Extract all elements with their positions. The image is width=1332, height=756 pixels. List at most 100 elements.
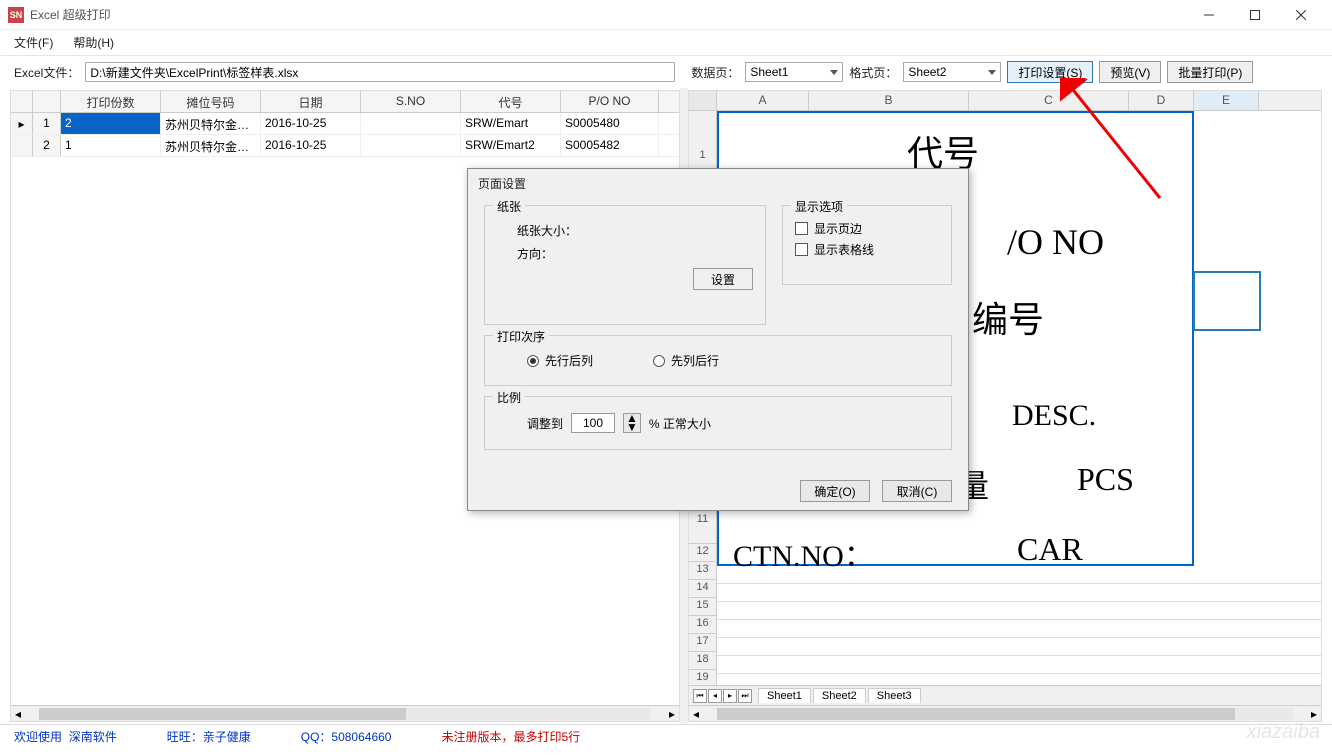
ok-button[interactable]: 确定(O) bbox=[800, 480, 870, 502]
window-controls bbox=[1186, 0, 1324, 30]
adjust-to-label: 调整到 bbox=[527, 415, 563, 432]
status-qq-label: QQ： bbox=[301, 730, 332, 744]
status-wangwang-label: 旺旺： bbox=[167, 730, 203, 744]
checkbox-icon bbox=[795, 222, 808, 235]
cell-code[interactable]: SRW/Emart bbox=[461, 113, 561, 134]
cell-code[interactable]: SRW/Emart2 bbox=[461, 135, 561, 156]
table-row[interactable]: ▸ 1 2 苏州贝特尔金… 2016-10-25 SRW/Emart S0005… bbox=[11, 113, 679, 135]
col-header-code[interactable]: 代号 bbox=[461, 91, 561, 112]
row-first-radio[interactable]: 先行后列 bbox=[527, 352, 593, 369]
orientation-label: 方向： bbox=[517, 245, 553, 262]
grid-hscroll[interactable]: ◂▸ bbox=[11, 705, 679, 721]
menu-help[interactable]: 帮助(H) bbox=[73, 34, 114, 51]
menu-file[interactable]: 文件(F) bbox=[14, 34, 53, 51]
tab-nav-prev-icon[interactable]: ◂ bbox=[708, 689, 722, 703]
preview-button[interactable]: 预览(V) bbox=[1099, 61, 1161, 83]
col-header-e[interactable]: E bbox=[1194, 91, 1259, 110]
tab-nav-first-icon[interactable]: ⏮ bbox=[693, 689, 707, 703]
sheet-corner[interactable] bbox=[689, 91, 717, 110]
sheet-gridlines bbox=[717, 566, 1321, 685]
row-header[interactable]: 16 bbox=[689, 616, 716, 634]
sheet-tabs: ⏮ ◂ ▸ ⏭ Sheet1 Sheet2 Sheet3 bbox=[689, 685, 1321, 705]
tab-nav-last-icon[interactable]: ⏭ bbox=[738, 689, 752, 703]
col-first-label: 先列后行 bbox=[671, 352, 719, 369]
scale-group-label: 比例 bbox=[493, 389, 525, 406]
show-gridlines-checkbox[interactable]: 显示表格线 bbox=[795, 241, 939, 258]
maximize-button[interactable] bbox=[1232, 0, 1278, 30]
file-label: Excel文件： bbox=[14, 64, 79, 81]
normal-size-label: % 正常大小 bbox=[649, 415, 711, 432]
print-settings-button[interactable]: 打印设置(S) bbox=[1007, 61, 1093, 83]
col-header-a[interactable]: A bbox=[717, 91, 809, 110]
tab-nav-next-icon[interactable]: ▸ bbox=[723, 689, 737, 703]
row-header[interactable]: 12 bbox=[689, 544, 716, 562]
radio-icon bbox=[653, 355, 665, 367]
cancel-button[interactable]: 取消(C) bbox=[882, 480, 952, 502]
cell-copies[interactable]: 1 bbox=[61, 135, 161, 156]
scale-spinner[interactable] bbox=[571, 413, 615, 433]
table-row[interactable]: 2 1 苏州贝特尔金… 2016-10-25 SRW/Emart2 S00054… bbox=[11, 135, 679, 157]
tab-sheet2[interactable]: Sheet2 bbox=[813, 688, 866, 703]
col-header-date[interactable]: 日期 bbox=[261, 91, 361, 112]
cell-date[interactable]: 2016-10-25 bbox=[261, 113, 361, 134]
row-header[interactable]: 18 bbox=[689, 652, 716, 670]
row-indicator-icon bbox=[11, 135, 33, 156]
row-number: 2 bbox=[33, 135, 61, 156]
sheet-col-headers: A B C D E bbox=[689, 91, 1321, 111]
col-header-d[interactable]: D bbox=[1129, 91, 1194, 110]
spinner-down-icon[interactable]: ▼ bbox=[624, 423, 640, 432]
row-first-label: 先行后列 bbox=[545, 352, 593, 369]
format-page-label: 格式页： bbox=[849, 64, 897, 81]
col-header-copies[interactable]: 打印份数 bbox=[61, 91, 161, 112]
status-unregistered: 未注册版本，最多打印5行 bbox=[441, 728, 580, 745]
show-margins-label: 显示页边 bbox=[814, 220, 862, 237]
col-first-radio[interactable]: 先列后行 bbox=[653, 352, 719, 369]
sheet-cell-text: PCS bbox=[1077, 461, 1134, 498]
cell-po[interactable]: S0005480 bbox=[561, 113, 659, 134]
batch-print-button[interactable]: 批量打印(P) bbox=[1167, 61, 1253, 83]
row-header[interactable]: 17 bbox=[689, 634, 716, 652]
dialog-title: 页面设置 bbox=[468, 169, 968, 197]
tab-sheet1[interactable]: Sheet1 bbox=[758, 688, 811, 703]
window-title: Excel 超级打印 bbox=[30, 6, 1186, 23]
row-header[interactable]: 19 bbox=[689, 670, 716, 685]
cell-copies[interactable]: 2 bbox=[61, 113, 161, 134]
format-page-combo[interactable]: Sheet2 bbox=[903, 62, 1001, 82]
cell-booth[interactable]: 苏州贝特尔金… bbox=[161, 113, 261, 134]
sheet-hscroll[interactable]: ◂▸ bbox=[689, 705, 1321, 721]
col-header-b[interactable]: B bbox=[809, 91, 969, 110]
cell-po[interactable]: S0005482 bbox=[561, 135, 659, 156]
display-group-label: 显示选项 bbox=[791, 198, 847, 215]
paper-settings-button[interactable]: 设置 bbox=[693, 268, 753, 290]
col-header-booth[interactable]: 摊位号码 bbox=[161, 91, 261, 112]
row-header[interactable]: 13 bbox=[689, 562, 716, 580]
data-page-combo[interactable]: Sheet1 bbox=[745, 62, 843, 82]
cell-booth[interactable]: 苏州贝特尔金… bbox=[161, 135, 261, 156]
show-margins-checkbox[interactable]: 显示页边 bbox=[795, 220, 939, 237]
col-header-po[interactable]: P/O NO bbox=[561, 91, 659, 112]
file-path-input[interactable] bbox=[85, 62, 675, 82]
row-header[interactable]: 14 bbox=[689, 580, 716, 598]
selected-cell-outline bbox=[1193, 271, 1261, 331]
status-company: 深南软件 bbox=[69, 730, 117, 744]
data-page-label: 数据页： bbox=[691, 64, 739, 81]
tab-sheet3[interactable]: Sheet3 bbox=[868, 688, 921, 703]
row-header[interactable]: 15 bbox=[689, 598, 716, 616]
toolbar: Excel文件： 数据页： Sheet1 格式页： Sheet2 打印设置(S)… bbox=[0, 56, 1332, 88]
checkbox-icon bbox=[795, 243, 808, 256]
sheet-cell-text: CAR bbox=[1017, 531, 1083, 568]
radio-icon bbox=[527, 355, 539, 367]
paper-group-label: 纸张 bbox=[493, 198, 525, 215]
sheet-cell-text: DESC. bbox=[1012, 399, 1096, 433]
cell-sno[interactable] bbox=[361, 135, 461, 156]
close-button[interactable] bbox=[1278, 0, 1324, 30]
menubar: 文件(F) 帮助(H) bbox=[0, 30, 1332, 56]
status-wangwang-value: 亲子健康 bbox=[203, 730, 251, 744]
cell-date[interactable]: 2016-10-25 bbox=[261, 135, 361, 156]
cell-sno[interactable] bbox=[361, 113, 461, 134]
col-header-c[interactable]: C bbox=[969, 91, 1129, 110]
row-indicator-icon: ▸ bbox=[11, 113, 33, 134]
minimize-button[interactable] bbox=[1186, 0, 1232, 30]
col-header-sno[interactable]: S.NO bbox=[361, 91, 461, 112]
format-page-value: Sheet2 bbox=[908, 65, 946, 79]
